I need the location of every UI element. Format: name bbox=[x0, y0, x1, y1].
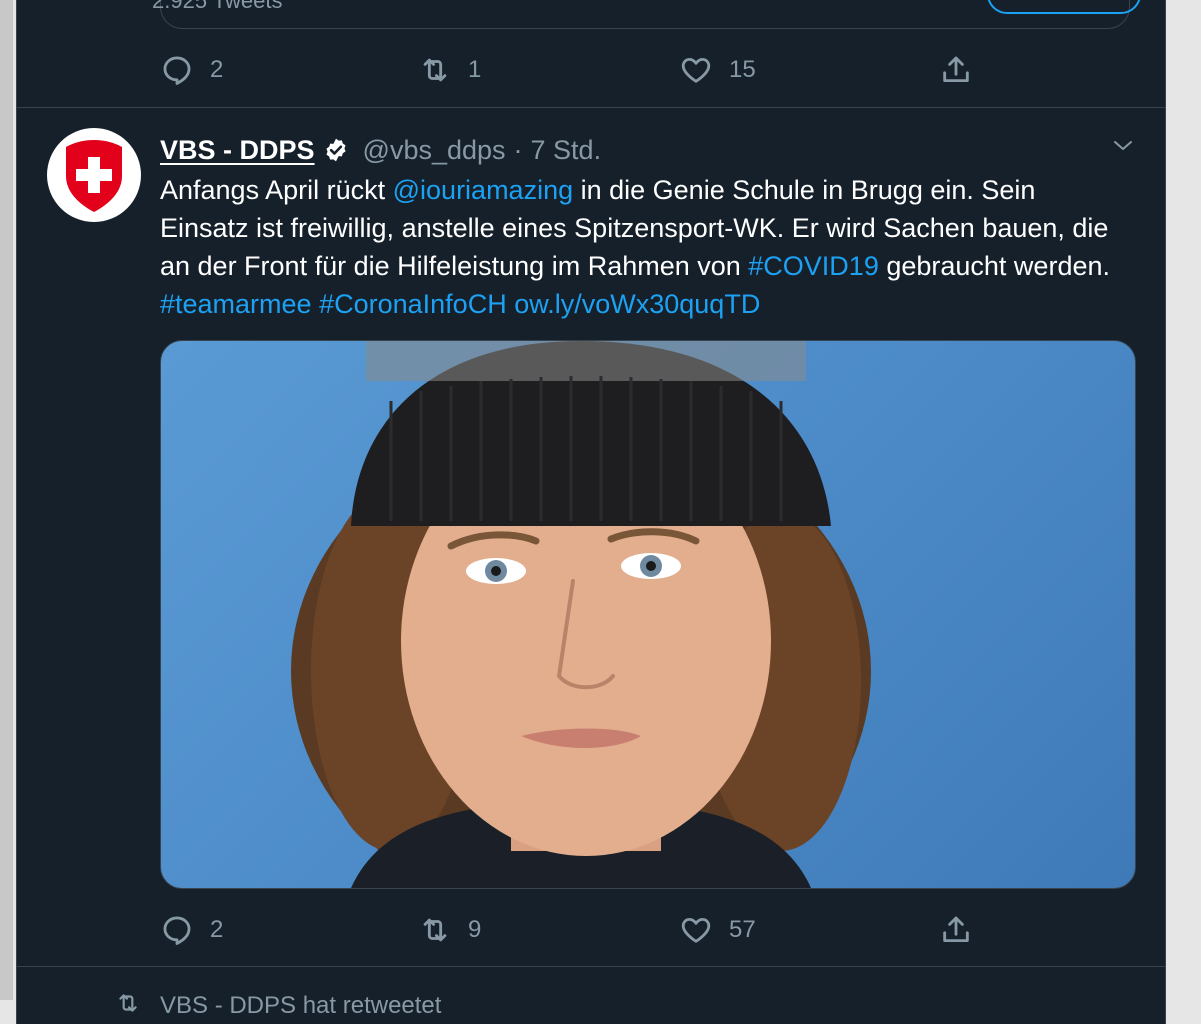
like-button[interactable]: 15 bbox=[679, 50, 756, 90]
window-left-edge bbox=[0, 0, 16, 1024]
card-count-text: 2.925 Tweets bbox=[152, 0, 283, 13]
tweet[interactable]: VBS - DDPS @vbs_ddps · 7 Std. Anfangs Ap… bbox=[17, 108, 1165, 967]
share-button[interactable] bbox=[939, 50, 973, 90]
separator-dot: · bbox=[513, 134, 523, 165]
retweet-button[interactable]: 1 bbox=[418, 50, 481, 90]
hashtag-link[interactable]: #teamarmee bbox=[160, 289, 312, 319]
like-button[interactable]: 57 bbox=[679, 910, 756, 950]
retweet-button[interactable]: 9 bbox=[418, 910, 481, 950]
display-name[interactable]: VBS - DDPS bbox=[160, 135, 315, 166]
reply-count: 2 bbox=[210, 916, 224, 943]
timeline: 2.925 Tweets 2 1 15 VBS - DDPS @vbs_ddps… bbox=[16, 0, 1166, 1024]
chevron-down-icon[interactable] bbox=[1111, 134, 1135, 158]
url-link[interactable]: ow.ly/voWx30quqTD bbox=[514, 289, 760, 319]
heart-icon bbox=[681, 917, 711, 943]
tweet-text: Anfangs April rückt @iouriamazing in die… bbox=[160, 171, 1120, 323]
retweet-count: 9 bbox=[468, 916, 482, 943]
link-card[interactable] bbox=[160, 0, 1130, 29]
retweet-context[interactable]: VBS - DDPS hat retweetet bbox=[17, 978, 1165, 1024]
tweet-actions: 2 1 15 bbox=[17, 50, 1165, 90]
scroll-track bbox=[0, 0, 13, 1000]
portrait-photo bbox=[291, 341, 871, 888]
hashtag-link[interactable]: #COVID19 bbox=[748, 251, 879, 281]
share-icon bbox=[943, 916, 969, 943]
retweet-icon bbox=[119, 994, 137, 1012]
retweet-icon bbox=[423, 918, 447, 942]
tweet-photo[interactable] bbox=[160, 340, 1136, 889]
share-button[interactable] bbox=[939, 910, 973, 950]
reply-count: 2 bbox=[210, 56, 224, 83]
avatar[interactable] bbox=[47, 128, 141, 222]
verified-badge-icon bbox=[325, 138, 346, 162]
reply-button[interactable]: 2 bbox=[160, 50, 223, 90]
reply-icon bbox=[163, 916, 191, 945]
tweet-text-part: gebraucht werden. bbox=[878, 251, 1110, 281]
tweet-text-part: Anfangs April rückt bbox=[160, 175, 393, 205]
retweet-context-text[interactable]: VBS - DDPS hat retweetet bbox=[160, 992, 441, 1020]
previous-tweet[interactable]: 2.925 Tweets 2 1 15 bbox=[17, 0, 1165, 108]
window-right-edge bbox=[1165, 0, 1201, 1024]
reply-button[interactable]: 2 bbox=[160, 910, 223, 950]
follow-button[interactable] bbox=[987, 0, 1141, 14]
swiss-shield-logo bbox=[66, 140, 122, 212]
retweet-count: 1 bbox=[468, 56, 482, 83]
retweet-icon bbox=[423, 58, 447, 82]
mention-link[interactable]: @iouriamazing bbox=[393, 175, 573, 205]
tweet-timestamp[interactable]: 7 Std. bbox=[531, 135, 602, 166]
reply-icon bbox=[163, 56, 191, 85]
share-icon bbox=[943, 56, 969, 83]
like-count: 57 bbox=[729, 916, 756, 943]
tweet-text-part bbox=[312, 289, 320, 319]
heart-icon bbox=[681, 57, 711, 83]
tweet-header: VBS - DDPS @vbs_ddps · 7 Std. bbox=[160, 130, 601, 170]
tweet-actions: 2 9 57 bbox=[17, 910, 1165, 950]
hashtag-link[interactable]: #CoronaInfoCH bbox=[319, 289, 507, 319]
user-handle[interactable]: @vbs_ddps bbox=[363, 135, 506, 166]
like-count: 15 bbox=[729, 56, 756, 83]
